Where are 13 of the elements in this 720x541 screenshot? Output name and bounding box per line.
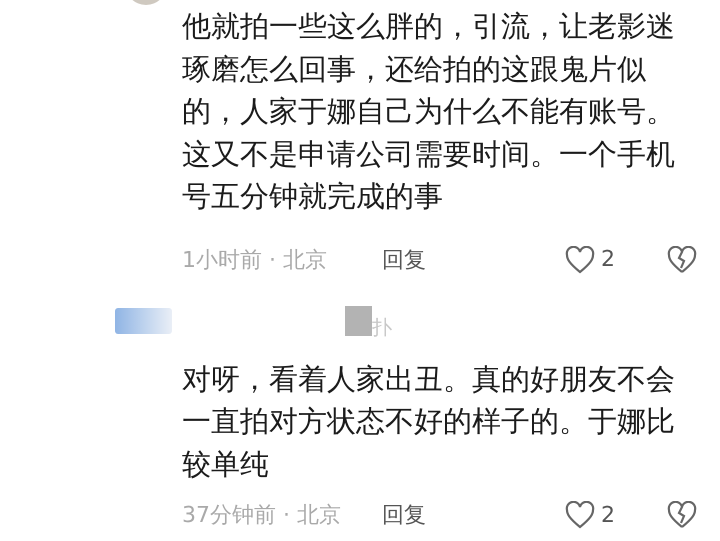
heart-icon[interactable] <box>565 246 595 274</box>
like-count: 2 <box>601 502 615 528</box>
reply-button[interactable]: 回复 <box>382 244 426 274</box>
comment-text: 他就拍一些这么胖的，引流，让老影迷琢磨怎么回事，还给拍的这跟鬼片似的，人家于娜自己为什么不能有账号。这又不是申请公司需要时间。一个手机号五分钟就完成的事 <box>182 8 676 215</box>
reply-button[interactable]: 回复 <box>382 500 426 530</box>
comment-time-location: 1小时前 · 北京 <box>182 246 328 274</box>
heart-icon[interactable] <box>565 501 595 529</box>
broken-heart-icon[interactable] <box>667 501 697 529</box>
redaction-block <box>345 306 372 336</box>
comment-text: 对呀，看着人家出丑。真的好朋友不会一直拍对方状态不好的样子的。于娜比较单纯 <box>182 360 676 482</box>
like-count: 2 <box>601 247 615 272</box>
comment-time-location: 37分钟前 · 北京 <box>182 502 342 530</box>
broken-heart-icon[interactable] <box>667 246 697 274</box>
